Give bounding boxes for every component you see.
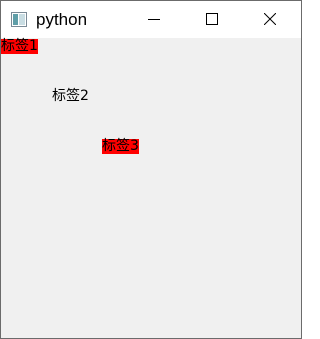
close-icon: [263, 10, 277, 29]
maximize-icon: [206, 10, 218, 29]
window-title: python: [36, 10, 88, 29]
maximize-button[interactable]: [189, 1, 235, 38]
minimize-button[interactable]: [131, 1, 177, 38]
label-3: 标签3: [102, 138, 139, 154]
app-window: python 标签1 标签2 标签3: [0, 0, 302, 339]
title-bar[interactable]: python: [1, 1, 301, 38]
label-2: 标签2: [52, 88, 89, 104]
label-1: 标签1: [1, 38, 38, 54]
client-area: 标签1 标签2 标签3: [1, 38, 301, 338]
minimize-icon: [148, 10, 160, 29]
python-app-icon: [11, 12, 27, 27]
close-button[interactable]: [247, 1, 293, 38]
